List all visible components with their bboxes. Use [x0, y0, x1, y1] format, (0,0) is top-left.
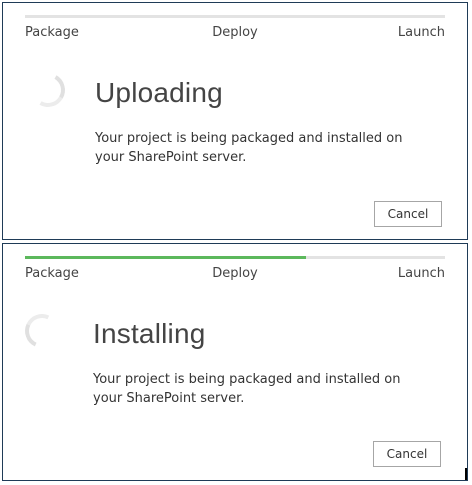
- progress-track: [25, 15, 445, 18]
- deploy-dialog-installing: Package Deploy Launch Installing Your pr…: [2, 243, 468, 481]
- loading-spinner-icon: [27, 69, 69, 111]
- status-description: Your project is being packaged and insta…: [93, 372, 401, 406]
- deploy-dialog-uploading: Package Deploy Launch Uploading Your pro…: [2, 2, 468, 240]
- corner-mark: [465, 468, 467, 480]
- cancel-button[interactable]: Cancel: [374, 201, 442, 227]
- step-launch: Launch: [397, 266, 445, 281]
- progress-fill: [25, 256, 307, 259]
- step-deploy: Deploy: [212, 25, 258, 40]
- progress-track: [25, 256, 445, 259]
- progress-steps: Package Deploy Launch: [25, 266, 445, 284]
- status-description: Your project is being packaged and insta…: [95, 131, 403, 165]
- status-heading: Installing: [93, 318, 206, 349]
- step-package: Package: [25, 25, 79, 40]
- step-deploy: Deploy: [212, 266, 258, 281]
- progress-steps: Package Deploy Launch: [25, 25, 445, 43]
- cancel-button[interactable]: Cancel: [373, 441, 441, 467]
- status-heading: Uploading: [95, 77, 223, 108]
- step-launch: Launch: [397, 25, 445, 40]
- step-package: Package: [25, 266, 79, 281]
- loading-spinner-icon: [20, 309, 64, 353]
